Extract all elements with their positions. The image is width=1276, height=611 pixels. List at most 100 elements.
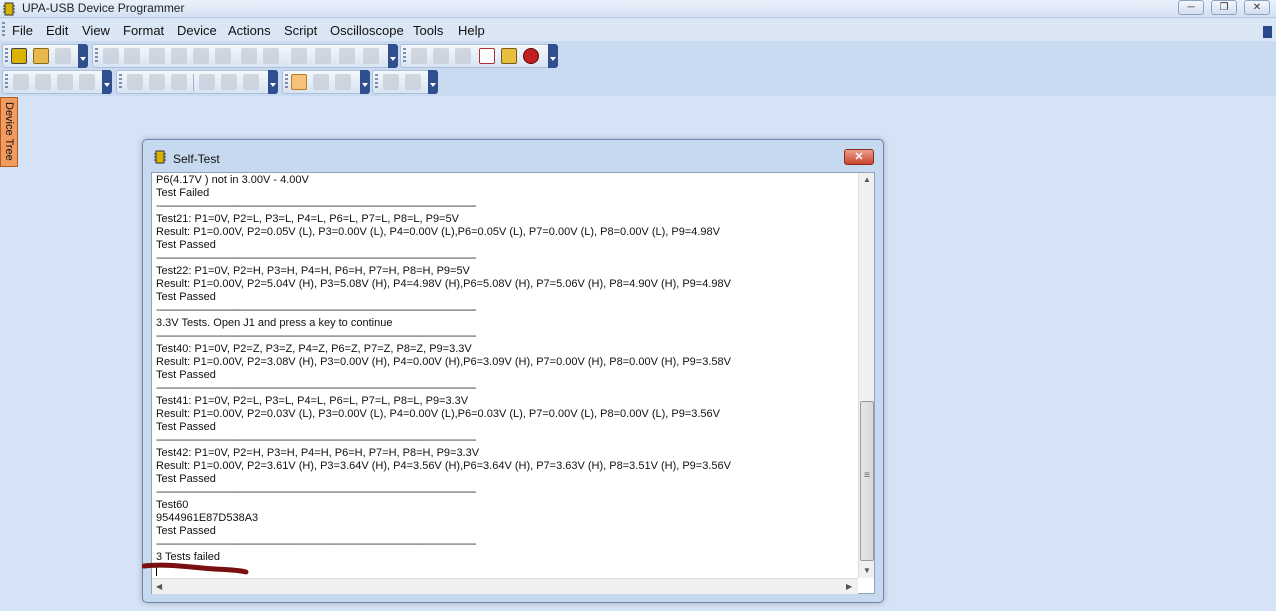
output-line: Test40: P1=0V, P2=Z, P3=Z, P4=Z, P6=Z, P… [156,343,472,355]
scroll-right-arrow[interactable]: ▶ [846,582,852,591]
find-icon[interactable] [241,48,257,64]
toolbar-area [0,41,1276,96]
dialog-title: Self-Test [173,152,220,166]
close-window-button[interactable]: ✕ [1244,0,1270,15]
scroll-left-arrow[interactable]: ◀ [156,582,162,591]
output-line: Test Passed [156,473,216,485]
cut-icon[interactable] [149,48,165,64]
zoom-select-icon[interactable] [313,74,329,90]
move-icon[interactable] [79,74,95,90]
page-icon[interactable] [291,48,307,64]
device-tree-tab[interactable]: Device Tree [0,97,18,167]
fit-icon[interactable] [57,74,73,90]
document-icon[interactable] [479,48,495,64]
horizontal-scrollbar[interactable]: ◀ ▶ [152,578,858,594]
align-right-icon[interactable] [243,74,259,90]
output-line: Result: P1=0.00V, P2=3.08V (H), P3=0.00V… [156,356,731,368]
output-line: Test Failed [156,187,210,199]
toolbar-options-chevron[interactable] [268,70,278,94]
zoom-area-icon[interactable] [335,74,351,90]
output-line: Result: P1=0.00V, P2=3.61V (H), P3=3.64V… [156,460,731,472]
replace-icon[interactable] [263,48,279,64]
separator-line: ----------------------------------------… [156,330,477,342]
stop-icon[interactable] [405,74,421,90]
menu-file[interactable]: File [12,23,33,38]
separator-line: ----------------------------------------… [156,538,477,550]
toolbar-grip[interactable] [5,48,8,64]
menu-script[interactable]: Script [284,23,317,38]
pin-icon[interactable] [35,74,51,90]
select-toolbar [282,70,370,94]
vertical-scrollbar[interactable]: ▲ ▼ [858,173,874,578]
scroll-thumb[interactable] [860,401,874,561]
copy-icon[interactable] [171,48,187,64]
separator-line: ----------------------------------------… [156,200,477,212]
align-center-icon[interactable] [221,74,237,90]
output-line: Result: P1=0.00V, P2=0.05V (L), P3=0.00V… [156,226,721,238]
output-line: Test Passed [156,239,216,251]
new-device-icon[interactable] [11,48,27,64]
undo-icon[interactable] [103,48,119,64]
output-line: P6(4.17V ) not in 3.00V - 4.00V [156,174,309,186]
chip-icon[interactable] [411,48,427,64]
output-line: Result: P1=0.00V, P2=0.03V (L), P3=0.00V… [156,408,721,420]
pointer-icon[interactable] [291,74,307,90]
refresh-icon[interactable] [363,48,379,64]
toolbar-options-chevron[interactable] [102,70,112,94]
toolbar-grip[interactable] [5,74,8,90]
menu-tools[interactable]: Tools [413,23,443,38]
grid-icon[interactable] [455,48,471,64]
text-cursor [156,565,157,576]
menu-actions[interactable]: Actions [228,23,271,38]
chip-read-icon[interactable] [433,48,449,64]
bold-icon[interactable] [127,74,143,90]
italic-icon[interactable] [149,74,165,90]
bug-icon[interactable] [523,48,539,64]
toolbar-grip[interactable] [285,74,288,90]
toolbar-grip[interactable] [375,74,378,90]
device-tree-label: Device Tree [3,102,15,161]
delete-icon[interactable] [215,48,231,64]
paste-icon[interactable] [193,48,209,64]
output-line: Test Passed [156,369,216,381]
tools-icon[interactable] [501,48,517,64]
menu-device[interactable]: Device [177,23,217,38]
window-title: UPA-USB Device Programmer [22,1,185,15]
align-left-icon[interactable] [199,74,215,90]
toolbar-options-chevron[interactable] [360,70,370,94]
separator-line: ----------------------------------------… [156,434,477,446]
open-folder-icon[interactable] [33,48,49,64]
dialog-close-button[interactable]: ✕ [844,149,874,165]
toolbar-options-chevron[interactable] [78,44,88,68]
menu-bar: File Edit View Format Device Actions Scr… [0,19,1276,41]
toolbar-grip[interactable] [119,74,122,90]
output-textarea[interactable]: P6(4.17V ) not in 3.00V - 4.00V Test Fail… [151,172,875,594]
underline-icon[interactable] [171,74,187,90]
page-break-icon[interactable] [315,48,331,64]
toolbar-options-chevron[interactable] [388,44,398,68]
magic-wand-icon[interactable] [13,74,29,90]
toolbar-grip[interactable] [403,48,406,64]
restore-button[interactable]: ❐ [1211,0,1237,15]
menu-view[interactable]: View [82,23,110,38]
menu-edit[interactable]: Edit [46,23,68,38]
scroll-up-arrow[interactable]: ▲ [863,175,871,184]
run-icon[interactable] [383,74,399,90]
menu-format[interactable]: Format [123,23,164,38]
toolbar-grip[interactable] [95,48,98,64]
toolbar-options-chevron[interactable] [548,44,558,68]
output-lines: P6(4.17V ) not in 3.00V - 4.00V Test Fail… [156,174,856,564]
minimize-button[interactable]: ─ [1178,0,1204,15]
align-toolbar [2,70,112,94]
redo-icon[interactable] [124,48,140,64]
save-icon[interactable] [55,48,71,64]
menu-help[interactable]: Help [458,23,485,38]
run-toolbar [372,70,438,94]
menu-oscilloscope[interactable]: Oscilloscope [330,23,404,38]
menu-overflow-chevron[interactable] [1263,26,1272,38]
toolbar-options-chevron[interactable] [428,70,438,94]
pages-icon[interactable] [339,48,355,64]
toolbar-separator [193,74,194,91]
scroll-down-arrow[interactable]: ▼ [863,566,871,575]
menu-grip[interactable] [2,22,5,38]
